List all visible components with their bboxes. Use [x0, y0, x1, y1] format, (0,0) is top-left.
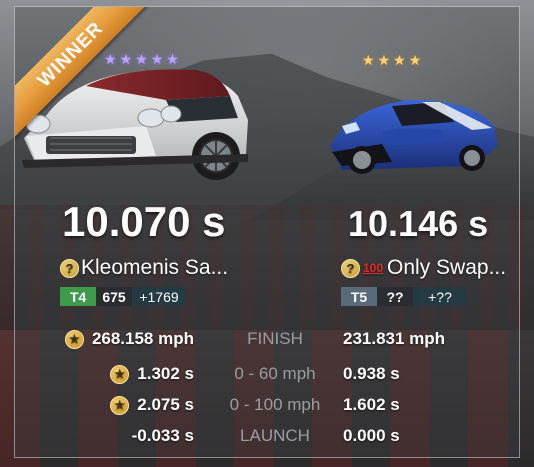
right-player-name: Only Swap... — [387, 256, 507, 279]
stat-right-value: 0.000 s — [343, 426, 400, 445]
performance-delta: +1769 — [132, 287, 186, 306]
stat-left-value: 268.158 mph — [91, 329, 194, 348]
star-icon: ★ — [362, 52, 375, 68]
stat-left-value: 1.302 s — [137, 364, 194, 383]
tier-badge: T5 — [341, 287, 377, 306]
performance-delta: +?? — [413, 287, 467, 306]
stat-left-value-group: -0.033 s — [132, 426, 194, 446]
star-badge-icon: ★ — [110, 395, 130, 415]
stat-row-0-100: ★ 2.075 s 0 - 100 mph 1.602 s — [0, 395, 534, 419]
stat-left-value: -0.033 s — [131, 426, 194, 445]
question-mark-badge-icon: ? — [60, 258, 79, 278]
stat-row-0-60: ★ 1.302 s 0 - 60 mph 0.938 s — [0, 364, 534, 388]
tier-badge: T4 — [60, 287, 96, 306]
stat-left-value-group: ★ 2.075 s — [110, 395, 194, 415]
right-player-name-row[interactable]: ? 100 Only Swap... — [341, 256, 506, 280]
winner-ribbon: WINNER — [15, 7, 165, 157]
stat-label: FINISH — [247, 329, 303, 348]
stat-label: 0 - 100 mph — [229, 395, 321, 414]
stat-right-value: 231.831 mph — [343, 329, 446, 348]
stat-row-finish: ★ 268.158 mph FINISH 231.831 mph — [0, 329, 534, 353]
stat-label: LAUNCH — [240, 426, 310, 445]
left-player-name: Kleomenis Sa... — [81, 256, 229, 279]
stat-right-value: 0.938 s — [343, 364, 400, 383]
stat-left-value-group: ★ 1.302 s — [110, 364, 194, 384]
right-car-image — [330, 100, 498, 174]
performance-rating: 675 — [96, 287, 132, 306]
stat-right-value: 1.602 s — [343, 395, 400, 414]
star-icon: ★ — [166, 51, 179, 67]
stat-label: 0 - 60 mph — [234, 364, 316, 383]
stat-left-value-group: ★ 268.158 mph — [64, 329, 194, 349]
left-race-time: 10.070 s — [62, 198, 226, 245]
left-player-name-row[interactable]: ? Kleomenis Sa... — [60, 256, 228, 280]
stat-row-launch: -0.033 s LAUNCH 0.000 s — [0, 426, 534, 450]
left-tier-row: T4 675 +1769 — [60, 287, 186, 306]
hundred-points-icon: 100 — [363, 261, 384, 275]
star-icon: ★ — [408, 52, 422, 68]
right-car-stars: ★ ★ ★ ★ — [362, 52, 421, 69]
star-icon: ★ — [393, 52, 406, 68]
right-tier-row: T5 ?? +?? — [341, 287, 467, 306]
right-race-time: 10.146 s — [348, 203, 489, 244]
star-badge-icon: ★ — [64, 329, 84, 349]
star-badge-icon: ★ — [110, 364, 130, 384]
question-mark-badge-icon: ? — [341, 258, 360, 278]
stat-left-value: 2.075 s — [137, 395, 194, 414]
race-result-screen: WINNER ★ ★ ★ ★ ★ ★ ★ ★ ★ 10.070 s 10.146… — [0, 0, 534, 467]
winner-ribbon-label: WINNER — [15, 7, 155, 139]
performance-rating: ?? — [377, 287, 413, 306]
star-icon: ★ — [377, 52, 391, 68]
